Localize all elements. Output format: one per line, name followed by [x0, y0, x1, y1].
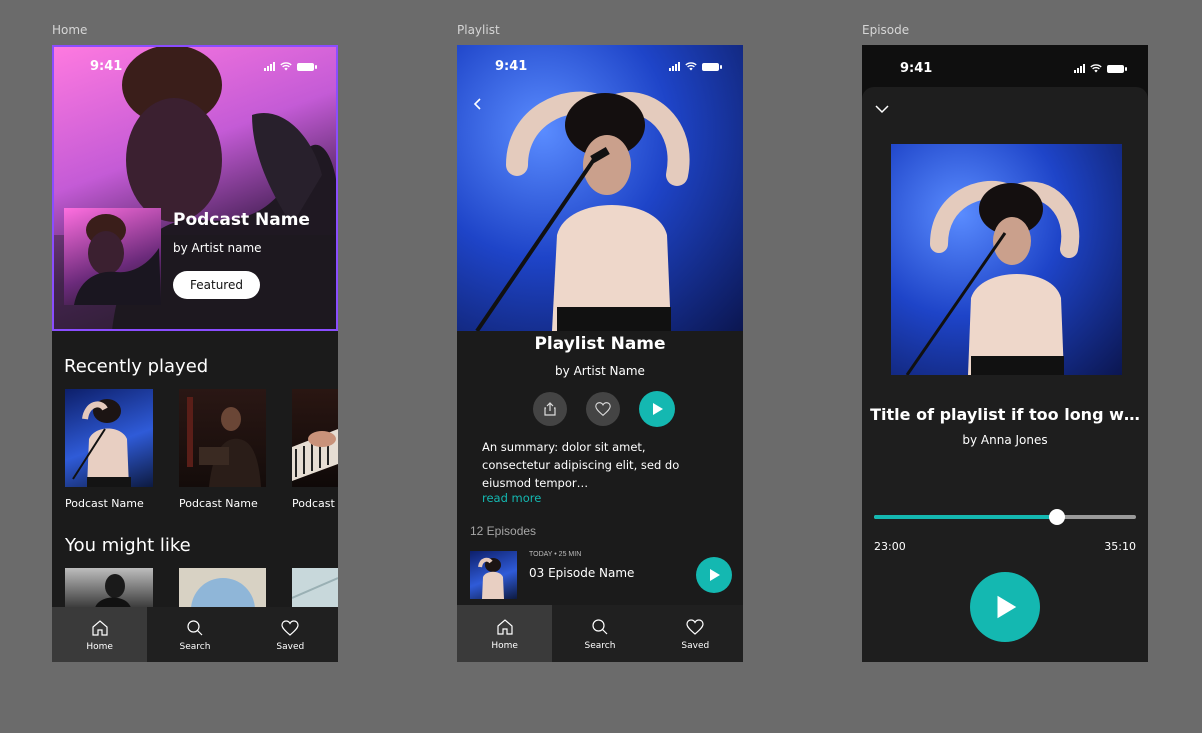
- tab-label: Search: [179, 641, 211, 652]
- heart-icon: [595, 402, 611, 417]
- heart-icon: [686, 618, 704, 635]
- list-item[interactable]: [65, 389, 153, 487]
- playlist-artist: by Artist Name: [555, 364, 645, 378]
- tab-home[interactable]: Home: [457, 605, 553, 662]
- read-more-link[interactable]: read more: [482, 491, 541, 505]
- tab-bar: Home Search Saved: [52, 607, 338, 662]
- list-item-label: Podcast Name: [292, 497, 338, 510]
- chevron-down-icon[interactable]: [874, 101, 890, 117]
- list-item[interactable]: [179, 568, 266, 608]
- battery-icon: [297, 62, 317, 71]
- episode-meta: TODAY • 25 MIN: [529, 551, 582, 558]
- player-sheet: Title of playlist if too long w… by Anna…: [862, 87, 1148, 662]
- hero-artist: by Artist name: [173, 241, 262, 255]
- tab-search[interactable]: Search: [552, 605, 647, 662]
- duration-time: 35:10: [1104, 540, 1136, 553]
- featured-button[interactable]: Featured: [173, 271, 260, 299]
- play-button[interactable]: [639, 391, 675, 427]
- suggestion-cover-1: [95, 574, 131, 608]
- episode-artist: by Anna Jones: [962, 433, 1048, 447]
- list-item-label: Podcast Name: [65, 497, 144, 510]
- status-time: 9:41: [495, 59, 528, 74]
- main-play-button[interactable]: [970, 572, 1040, 642]
- tab-label: Search: [584, 640, 616, 651]
- hero-thumbnail-photo: [74, 214, 161, 305]
- progress-fill: [874, 515, 1058, 519]
- signal-icon: [264, 62, 275, 71]
- you-might-like-title: You might like: [65, 535, 191, 556]
- episode-artwork: [891, 144, 1122, 375]
- home-icon: [92, 619, 108, 636]
- tab-saved[interactable]: Saved: [648, 605, 743, 662]
- playlist-title: Playlist Name: [534, 334, 666, 354]
- signal-icon: [1074, 64, 1085, 73]
- like-button[interactable]: [586, 392, 620, 426]
- elapsed-time: 23:00: [874, 540, 906, 553]
- episode-thumbnail-photo: [478, 557, 504, 599]
- frame-label-episode: Episode: [862, 23, 910, 37]
- suggestion-cover-2: [191, 578, 255, 608]
- signal-icon: [669, 62, 680, 71]
- battery-icon: [702, 62, 722, 71]
- battery-icon: [1107, 64, 1127, 73]
- play-icon: [710, 569, 720, 581]
- frame-label-home: Home: [52, 23, 88, 37]
- list-item[interactable]: [292, 568, 338, 608]
- episode-title: Title of playlist if too long w…: [870, 405, 1140, 424]
- tab-label: Saved: [276, 641, 305, 652]
- status-time: 9:41: [900, 61, 933, 76]
- suggestion-cover-3: [292, 577, 338, 599]
- list-item[interactable]: [65, 568, 153, 608]
- tab-label: Home: [86, 641, 113, 652]
- list-item-label: Podcast Name: [179, 497, 258, 510]
- hero-thumbnail: [64, 208, 161, 305]
- frame-label-playlist: Playlist: [457, 23, 500, 37]
- tab-home[interactable]: Home: [52, 607, 148, 662]
- list-item[interactable]: [179, 389, 266, 487]
- heart-icon: [281, 619, 299, 636]
- episode-play-button[interactable]: [696, 557, 732, 593]
- tab-search[interactable]: Search: [147, 607, 242, 662]
- playlist-screen: 9:41 Playlist Name by Artist Name An sum…: [457, 45, 743, 662]
- back-icon[interactable]: [471, 97, 485, 111]
- episode-artwork-photo: [905, 180, 1080, 375]
- podcast-cover-2: [187, 397, 261, 487]
- status-bar: 9:41: [457, 45, 743, 89]
- episode-screen: 9:41 Title of playlist if too long w… by…: [862, 45, 1148, 662]
- progress-slider[interactable]: [874, 509, 1136, 525]
- share-icon: [544, 402, 556, 416]
- playlist-summary: An summary: dolor sit amet, consectetur …: [482, 440, 680, 490]
- status-bar: 9:41: [862, 47, 1148, 91]
- tab-label: Home: [491, 640, 518, 651]
- tab-saved[interactable]: Saved: [243, 607, 338, 662]
- podcast-cover-1: [72, 399, 131, 487]
- wifi-icon: [685, 62, 697, 71]
- play-icon: [653, 403, 663, 415]
- list-item[interactable]: [292, 389, 338, 487]
- tab-bar: Home Search Saved: [457, 605, 743, 662]
- episode-title: 03 Episode Name: [529, 566, 635, 580]
- search-icon: [187, 619, 203, 635]
- episode-row[interactable]: TODAY • 25 MIN 03 Episode Name: [457, 549, 743, 601]
- podcast-cover-3: [292, 429, 338, 481]
- hero-title: Podcast Name: [173, 210, 310, 230]
- recently-played-title: Recently played: [64, 356, 209, 377]
- progress-thumb[interactable]: [1049, 509, 1066, 525]
- episode-thumbnail: [470, 551, 517, 599]
- home-icon: [497, 618, 513, 635]
- play-icon: [997, 595, 1017, 619]
- tab-label: Saved: [681, 640, 710, 651]
- episodes-count: 12 Episodes: [470, 524, 537, 538]
- status-bar: 9:41: [52, 45, 338, 89]
- wifi-icon: [1090, 64, 1102, 73]
- search-icon: [592, 618, 608, 634]
- share-button[interactable]: [533, 392, 567, 426]
- wifi-icon: [280, 62, 292, 71]
- status-time: 9:41: [90, 59, 123, 74]
- home-screen: 9:41 Podcast Name by Artist name Feature…: [52, 45, 338, 662]
